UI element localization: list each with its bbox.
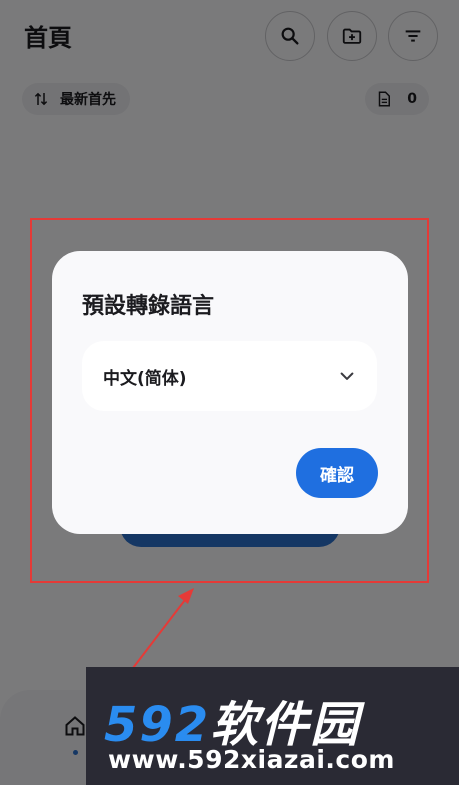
watermark: 592软件园 www.592xiazai.com	[86, 667, 459, 785]
annotation-highlight-box	[30, 218, 429, 583]
watermark-url: www.592xiazai.com	[108, 745, 395, 774]
